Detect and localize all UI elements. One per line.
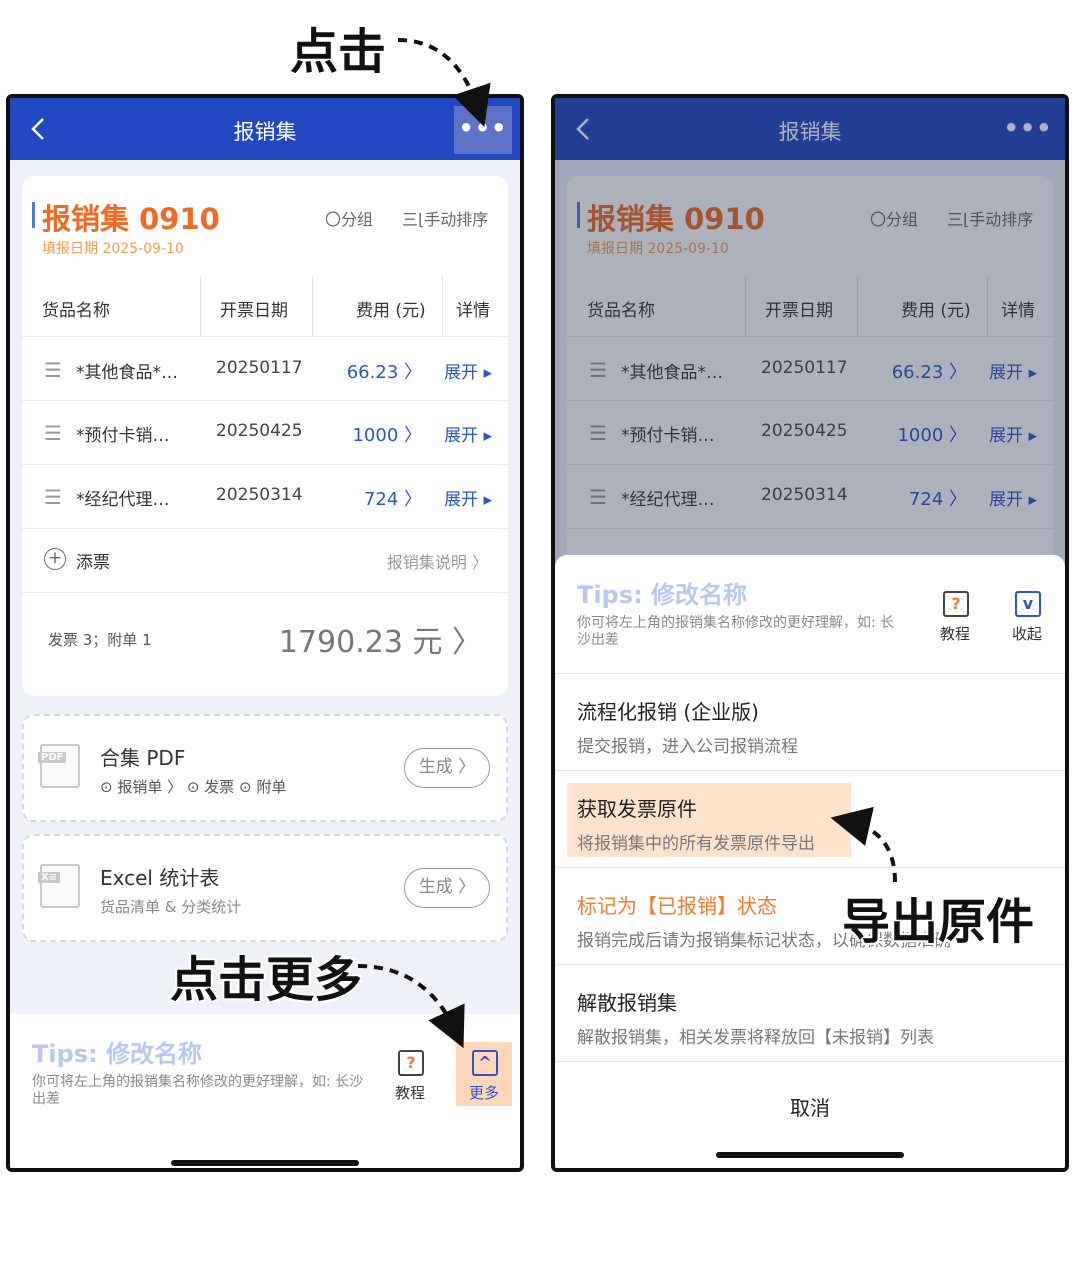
- annotation-export-originals: 导出原件: [842, 894, 1035, 950]
- annotation-click-more: 点击更多: [170, 952, 363, 1008]
- annotation-arrows: [357, 38, 897, 1049]
